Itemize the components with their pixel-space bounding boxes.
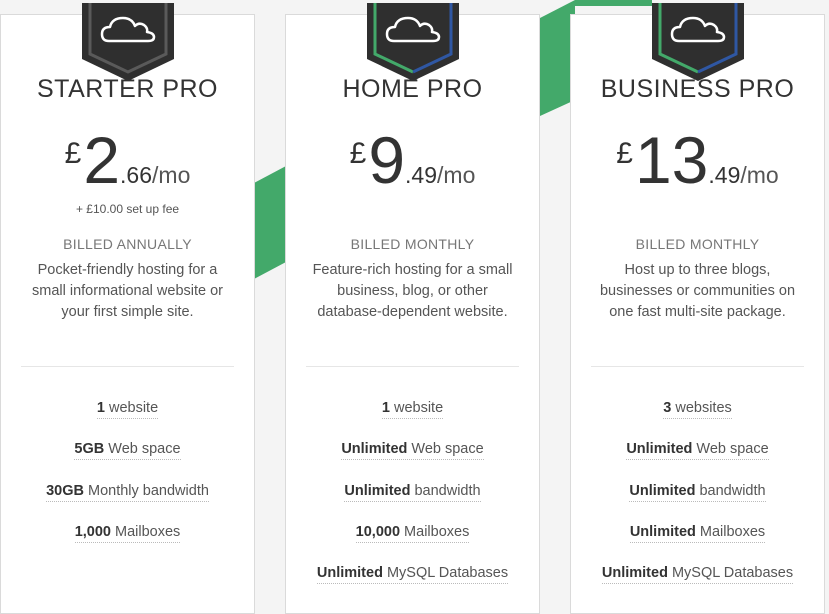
price-period: /mo — [152, 162, 191, 188]
price-integer: 13 — [634, 123, 709, 197]
price-currency: £ — [349, 137, 367, 170]
feature-item: Unlimited Mailboxes — [571, 523, 824, 565]
feature-item: 1,000 Mailboxes — [1, 523, 254, 565]
billing-cycle: BILLED ANNUALLY — [63, 236, 192, 252]
divider — [591, 366, 804, 367]
price-currency: £ — [616, 137, 633, 170]
price-period: /mo — [740, 162, 779, 188]
feature-list: 1 website Unlimited Web space Unlimited … — [286, 400, 539, 606]
cloud-icon — [651, 3, 744, 81]
feature-item: 10,000 Mailboxes — [286, 523, 539, 565]
plan-card-starter-pro[interactable]: STARTER PRO £2.66/mo + £10.00 set up fee… — [0, 3, 255, 614]
feature-item: 5GB Web space — [1, 441, 254, 482]
plan-price: £2.66/mo — [1, 127, 254, 193]
feature-item: 3 websites — [571, 400, 824, 441]
price-period: /mo — [437, 162, 476, 188]
plan-description: Pocket-friendly hosting for a small info… — [32, 262, 223, 320]
price-integer: 2 — [83, 123, 121, 197]
feature-item: Unlimited bandwidth — [571, 482, 824, 524]
price-integer: 9 — [368, 123, 406, 197]
feature-item: 1 website — [286, 400, 539, 441]
ribbon-segment-left — [254, 166, 286, 279]
plan-price: £9.49/mo — [286, 127, 539, 193]
feature-item: Unlimited Web space — [571, 441, 824, 482]
plan-name: STARTER PRO — [37, 75, 218, 103]
price-currency: £ — [64, 137, 82, 170]
price-decimal: .66 — [120, 162, 153, 188]
feature-item: 30GB Monthly bandwidth — [1, 482, 254, 524]
plan-description: Host up to three blogs, businesses or co… — [599, 262, 796, 320]
cloud-icon — [81, 3, 174, 81]
setup-fee: + £10.00 set up fee — [75, 202, 180, 216]
plan-name: HOME PRO — [342, 75, 483, 103]
divider — [306, 366, 519, 367]
billing-cycle: BILLED MONTHLY — [350, 236, 475, 252]
plan-name: BUSINESS PRO — [600, 75, 795, 103]
feature-list: 3 websites Unlimited Web space Unlimited… — [571, 400, 824, 606]
billing-cycle: BILLED MONTHLY — [635, 236, 760, 252]
plan-description: Feature-rich hosting for a small busines… — [312, 262, 513, 320]
price-decimal: .49 — [708, 162, 741, 188]
divider — [21, 366, 234, 367]
feature-item: 1 website — [1, 400, 254, 441]
cloud-icon — [366, 3, 459, 81]
feature-item: Unlimited MySQL Databases — [286, 565, 539, 606]
plan-card-home-pro[interactable]: HOME PRO £9.49/mo BILLED MONTHLY Feature… — [285, 3, 540, 614]
ribbon-segment-top — [575, 0, 652, 6]
feature-item: Unlimited MySQL Databases — [571, 565, 824, 606]
plan-card-business-pro[interactable]: BUSINESS PRO £13.49/mo BILLED MONTHLY Ho… — [570, 3, 825, 614]
feature-item: Unlimited Web space — [286, 441, 539, 482]
plan-price: £13.49/mo — [571, 127, 824, 193]
price-decimal: .49 — [405, 162, 438, 188]
feature-item: Unlimited bandwidth — [286, 482, 539, 524]
feature-list: 1 website 5GB Web space 30GB Monthly ban… — [1, 400, 254, 565]
